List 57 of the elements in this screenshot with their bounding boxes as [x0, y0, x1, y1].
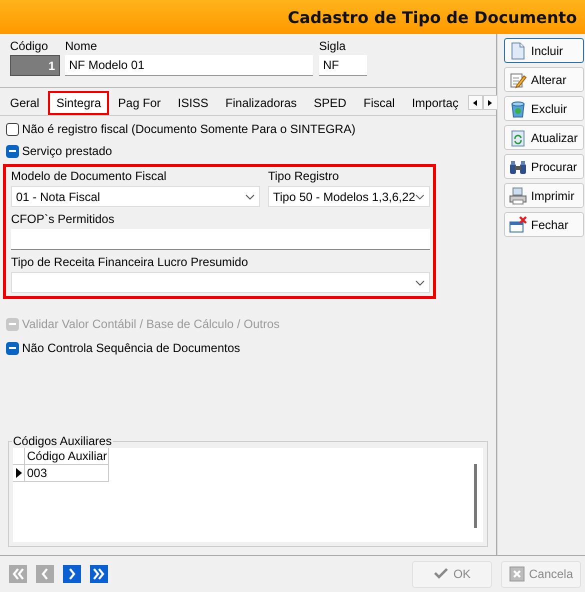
field-label: CFOP`s Permitidos: [11, 212, 116, 226]
toolbar-button[interactable]: Fechar: [504, 212, 584, 237]
tab[interactable]: Fiscal: [355, 90, 403, 114]
tab[interactable]: Sintegra: [48, 90, 110, 114]
table-cell[interactable]: 003: [25, 465, 109, 482]
column-header[interactable]: Código Auxiliar: [25, 448, 109, 465]
input-field[interactable]: NF Modelo 01: [65, 55, 313, 76]
input-field[interactable]: [11, 229, 430, 250]
last-button[interactable]: [90, 565, 108, 583]
field-label: Tipo de Receita Financeira Lucro Presumido: [11, 255, 250, 269]
tab[interactable]: SPED: [306, 90, 354, 114]
next-button[interactable]: [63, 565, 81, 583]
close-icon: [509, 216, 527, 234]
field-label: Nome: [65, 39, 98, 53]
tab[interactable]: ISISS: [170, 90, 216, 114]
field-label: Modelo de Documento Fiscal: [11, 169, 168, 183]
checkbox[interactable]: [6, 342, 19, 354]
checkbox[interactable]: [6, 144, 19, 158]
ok-button: OK: [412, 560, 492, 588]
window-title: Cadastro de Tipo de Documento: [288, 8, 577, 26]
scroll-left-button[interactable]: [468, 95, 483, 110]
dropdown[interactable]: 01 - Nota Fiscal: [11, 186, 260, 207]
checkbox-label: Não é registro fiscal (Documento Somente Para o SINTEGRA): [22, 122, 356, 136]
document-icon: [509, 42, 527, 60]
checkbox-label: Serviço prestado: [22, 144, 112, 158]
toolbar-button[interactable]: Imprimir: [504, 183, 584, 208]
toolbar-button[interactable]: Alterar: [504, 67, 584, 92]
toolbar-button[interactable]: Incluir: [504, 38, 584, 63]
cancel-icon: [508, 566, 525, 582]
toolbar-button[interactable]: Excluir: [504, 96, 584, 121]
input-field[interactable]: NF: [319, 55, 367, 76]
refresh-icon: [509, 128, 527, 146]
checkbox-label: Validar Valor Contábil / Base de Cálculo / Outros: [22, 317, 280, 331]
chevron-icon: [415, 194, 425, 200]
printer-icon: [509, 186, 527, 204]
tab[interactable]: Pag For: [110, 90, 169, 114]
toolbar-button[interactable]: Procurar: [504, 154, 584, 179]
checkbox[interactable]: [6, 122, 19, 136]
chevron-icon: [415, 280, 425, 286]
pencil-icon: [509, 70, 527, 88]
tab[interactable]: Finalizadoras: [217, 90, 305, 114]
scrollbar[interactable]: [474, 464, 477, 528]
field-label: Código: [10, 39, 50, 53]
field-label: Sigla: [319, 39, 347, 53]
row-header: [13, 448, 25, 465]
tab[interactable]: Importaç: [404, 90, 467, 114]
group-title: Códigos Auxiliares: [12, 434, 113, 448]
toolbar-button[interactable]: Atualizar: [504, 125, 584, 150]
input-field[interactable]: 1: [10, 55, 60, 76]
dropdown[interactable]: Tipo 50 - Modelos 1,3,6,22: [268, 186, 430, 207]
field-label: Tipo Registro: [268, 169, 340, 183]
scroll-right-button[interactable]: [482, 95, 498, 110]
checkbox-label: Não Controla Sequência de Documentos: [22, 341, 240, 355]
cancel-button: Cancela: [501, 560, 581, 588]
chevron-icon: [245, 194, 255, 200]
tab[interactable]: Geral: [2, 90, 48, 114]
bin-icon: [509, 100, 527, 118]
